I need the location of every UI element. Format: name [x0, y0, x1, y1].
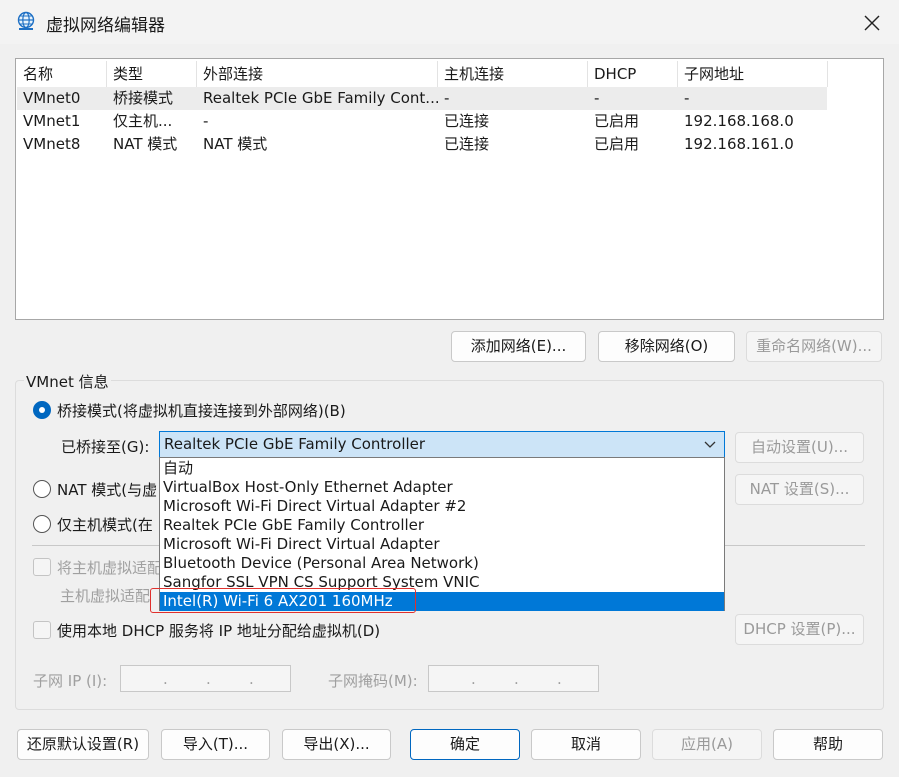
bridged-to-select[interactable]: Realtek PCIe GbE Family Controller [159, 431, 725, 458]
title-bar: 虚拟网络编辑器 [0, 0, 899, 44]
dhcp-settings-button[interactable]: DHCP 设置(P)... [735, 614, 864, 645]
close-icon [864, 15, 880, 31]
column-header-host[interactable]: 主机连接 [438, 61, 588, 87]
cell-type: 仅主机... [113, 112, 173, 130]
export-button[interactable]: 导出(X)... [282, 729, 391, 760]
dropdown-option[interactable]: VirtualBox Host-Only Ethernet Adapter [160, 478, 724, 497]
close-button[interactable] [856, 8, 888, 38]
table-row[interactable]: VMnet8 NAT 模式 NAT 模式 已连接 已启用 192.168.161… [17, 133, 827, 156]
column-header-dhcp[interactable]: DHCP [588, 61, 678, 87]
ip-dot: . [471, 670, 476, 688]
globe-network-icon [17, 11, 35, 30]
dhcp-checkbox[interactable] [33, 621, 51, 639]
ip-dot: . [249, 670, 254, 688]
subnet-ip-input[interactable]: . . . [120, 665, 291, 692]
dropdown-option[interactable]: Microsoft Wi-Fi Direct Virtual Adapter #… [160, 497, 724, 516]
cell-external: NAT 模式 [203, 135, 268, 153]
cell-dhcp: 已启用 [594, 135, 640, 153]
cell-host: 已连接 [444, 135, 490, 153]
chevron-down-icon [704, 441, 716, 448]
cell-subnet: - [684, 89, 690, 107]
cell-type: NAT 模式 [113, 135, 178, 153]
column-header-external[interactable]: 外部连接 [197, 61, 438, 87]
dropdown-option[interactable]: Bluetooth Device (Personal Area Network) [160, 554, 724, 573]
cell-name: VMnet1 [23, 112, 81, 130]
annotation-highlight-box [150, 588, 416, 613]
ip-dot: . [206, 670, 211, 688]
cell-name: VMnet8 [23, 135, 81, 153]
bridged-mode-radio[interactable] [33, 401, 51, 419]
column-header-subnet[interactable]: 子网地址 [678, 61, 828, 87]
cell-type: 桥接模式 [113, 89, 174, 107]
cell-subnet: 192.168.168.0 [684, 112, 794, 130]
auto-settings-button[interactable]: 自动设置(U)... [735, 432, 864, 463]
subnet-mask-input[interactable]: . . . [428, 665, 599, 692]
rename-network-button[interactable]: 重命名网络(W)... [746, 331, 882, 362]
bridged-mode-label: 桥接模式(将虚拟机直接连接到外部网络)(B) [57, 402, 346, 420]
column-header-type[interactable]: 类型 [107, 61, 197, 87]
apply-button[interactable]: 应用(A) [652, 729, 762, 760]
table-row[interactable]: VMnet0 桥接模式 Realtek PCIe GbE Family Cont… [17, 87, 827, 110]
cell-external: - [203, 112, 209, 130]
subnet-mask-label: 子网掩码(M): [328, 672, 418, 690]
host-only-radio[interactable] [33, 515, 51, 533]
import-button[interactable]: 导入(T)... [161, 729, 270, 760]
help-button[interactable]: 帮助 [773, 729, 883, 760]
cell-external: Realtek PCIe GbE Family Cont... [203, 89, 438, 107]
dropdown-option[interactable]: Microsoft Wi-Fi Direct Virtual Adapter [160, 535, 724, 554]
remove-network-button[interactable]: 移除网络(O) [598, 331, 735, 362]
subnet-ip-label: 子网 IP (I): [33, 672, 108, 690]
network-list[interactable]: 名称 类型 外部连接 主机连接 DHCP 子网地址 VMnet0 桥接模式 Re… [15, 58, 884, 320]
cell-host: 已连接 [444, 112, 490, 130]
connect-adapter-label: 将主机虚拟适配 [57, 559, 163, 577]
cell-dhcp: - [594, 89, 600, 107]
nat-settings-button[interactable]: NAT 设置(S)... [735, 474, 864, 505]
dropdown-option[interactable]: 自动 [160, 459, 724, 478]
window-title: 虚拟网络编辑器 [46, 16, 165, 36]
ok-button[interactable]: 确定 [410, 729, 520, 760]
dropdown-option[interactable]: Realtek PCIe GbE Family Controller [160, 516, 724, 535]
cancel-button[interactable]: 取消 [531, 729, 641, 760]
bridged-to-label: 已桥接至(G): [61, 438, 150, 456]
dhcp-label: 使用本地 DHCP 服务将 IP 地址分配给虚拟机(D) [57, 622, 381, 640]
ip-dot: . [557, 670, 562, 688]
adapter-name-label: 主机虚拟适配 [60, 587, 151, 605]
cell-subnet: 192.168.161.0 [684, 135, 794, 153]
nat-mode-label: NAT 模式(与虚 [57, 481, 158, 499]
cell-host: - [444, 89, 450, 107]
list-header: 名称 类型 外部连接 主机连接 DHCP 子网地址 [17, 61, 828, 87]
connect-adapter-checkbox[interactable] [33, 558, 51, 576]
add-network-button[interactable]: 添加网络(E)... [451, 331, 586, 362]
cell-name: VMnet0 [23, 89, 81, 107]
restore-defaults-button[interactable]: 还原默认设置(R) [17, 729, 149, 760]
vmnet-info-label: VMnet 信息 [24, 371, 111, 392]
bridged-to-value: Realtek PCIe GbE Family Controller [164, 435, 426, 453]
ip-dot: . [163, 670, 168, 688]
table-row[interactable]: VMnet1 仅主机... - 已连接 已启用 192.168.168.0 [17, 110, 827, 133]
column-header-name[interactable]: 名称 [17, 61, 107, 87]
nat-mode-radio[interactable] [33, 480, 51, 498]
cell-dhcp: 已启用 [594, 112, 640, 130]
host-only-label: 仅主机模式(在 [57, 516, 153, 534]
ip-dot: . [514, 670, 519, 688]
